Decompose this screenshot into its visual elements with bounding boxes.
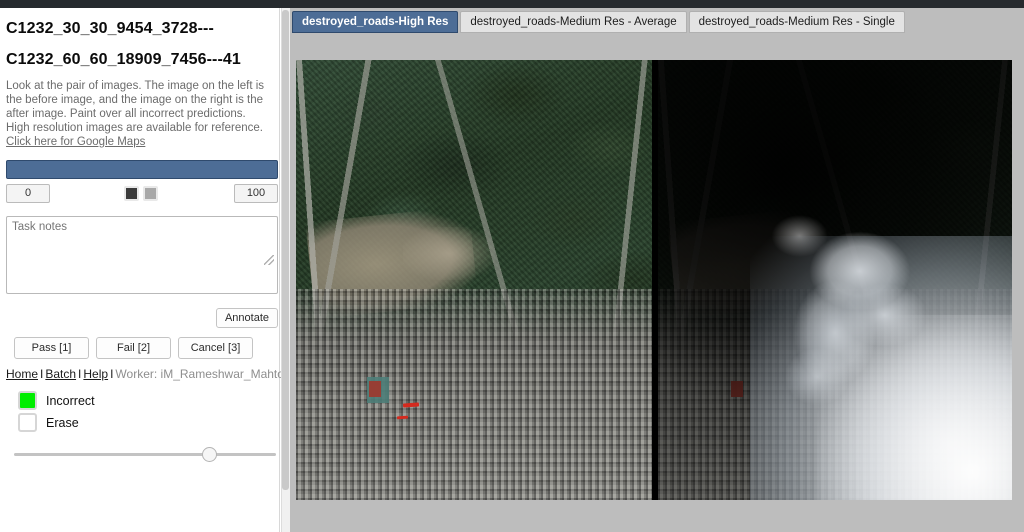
brush-size-slider[interactable] [14,446,276,462]
tab-high-res[interactable]: destroyed_roads-High Res [292,11,459,33]
after-image-pane[interactable] [658,60,1012,500]
tab-medium-res-single[interactable]: destroyed_roads-Medium Res - Single [688,11,905,33]
swatch-dark[interactable] [124,186,139,201]
legend-label-incorrect: Incorrect [46,393,95,408]
task-notes-input[interactable] [6,216,278,294]
opacity-slider-controls: 0 100 [6,184,278,203]
incorrect-color-swatch[interactable] [18,391,37,410]
opacity-slider-track[interactable] [6,160,278,179]
task-instructions-text: Look at the pair of images. The image on… [6,80,265,134]
link-separator-1: I [40,367,44,381]
brush-slider-thumb[interactable] [201,447,217,462]
before-image-pane[interactable] [296,60,652,500]
window-top-bar [0,0,1024,8]
after-satellite-image [658,60,1012,500]
footer-links: Home I Batch I Help I Worker: iM_Rameshwar_Mah… [6,367,284,381]
task-sidebar: C1232_30_30_9454_3728--- C1232_60_60_189… [0,8,284,532]
link-separator-2: I [78,367,82,381]
annotate-button[interactable]: Annotate [215,308,278,328]
red-building-roof [368,381,381,398]
task-title-primary: C1232_30_30_9454_3728--- [6,20,214,37]
brush-slider-track[interactable] [14,453,276,456]
pass-button[interactable]: Pass [1] [14,337,89,359]
annotation-tool-window: C1232_30_30_9454_3728--- C1232_60_60_189… [0,0,1024,532]
worker-label: Worker: iM_Rameshwar_Mahto [115,367,284,381]
tab-medium-res-average[interactable]: destroyed_roads-Medium Res - Average [460,11,687,33]
swatch-light[interactable] [143,186,158,201]
legend-label-erase: Erase [46,415,79,430]
color-swatch-pair [124,186,158,201]
cloud-haze-overlay-bright [817,315,1012,500]
legend-item-erase[interactable]: Erase [18,413,273,432]
urban-blocks-layer [296,288,652,500]
fail-button[interactable]: Fail [2] [96,337,171,359]
link-separator-3: I [110,367,114,381]
sidebar-scrollbar-thumb[interactable] [282,10,289,490]
before-satellite-image [296,60,652,500]
google-maps-link[interactable]: Click here for Google Maps [6,136,145,148]
brush-legend: Incorrect Erase [18,391,273,432]
image-comparison-stage[interactable] [296,60,1012,500]
erase-color-swatch[interactable] [18,413,37,432]
opacity-min-value[interactable]: 0 [6,184,50,203]
image-viewer-panel: destroyed_roads-High Res destroyed_roads… [290,8,1024,532]
legend-item-incorrect[interactable]: Incorrect [18,391,273,410]
verdict-button-group: Pass [1] Fail [2] Cancel [3] [14,337,273,359]
task-instructions: Look at the pair of images. The image on… [6,79,271,149]
home-link[interactable]: Home [6,367,38,381]
opacity-max-value[interactable]: 100 [234,184,278,203]
task-title-secondary: C1232_60_60_18909_7456---41 [6,51,241,68]
image-tab-strip: destroyed_roads-High Res destroyed_roads… [292,11,907,33]
help-link[interactable]: Help [83,367,108,381]
cancel-button[interactable]: Cancel [3] [178,337,253,359]
opacity-slider-group: 0 100 [6,160,278,203]
textarea-resize-handle-icon[interactable] [264,255,274,265]
batch-link[interactable]: Batch [45,367,76,381]
annotate-row: Annotate [4,308,278,328]
